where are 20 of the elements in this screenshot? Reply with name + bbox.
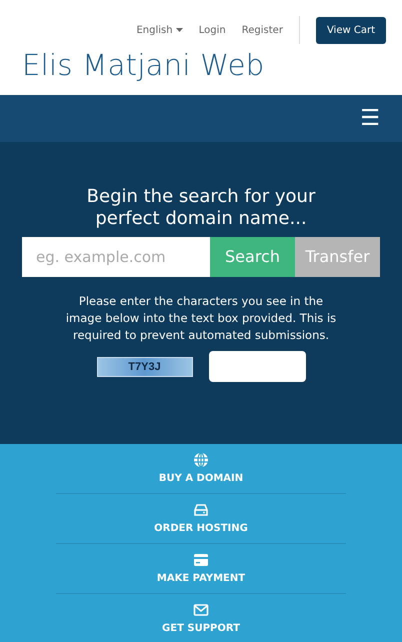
shortcut-link[interactable]: MAKE PAYMENT — [56, 544, 346, 594]
shortcut-link[interactable]: BUY A DOMAIN — [56, 444, 346, 494]
domain-search-field[interactable]: eg. example.com — [22, 237, 210, 278]
captcha-field[interactable] — [208, 351, 306, 382]
caret-icon — [176, 28, 183, 32]
credit-card-icon — [193, 552, 209, 568]
globe-icon — [193, 452, 209, 468]
captcha-image: T7Y3J — [96, 356, 192, 377]
view-cart-button[interactable]: View Cart — [316, 16, 386, 44]
captcha-instructions: Please enter the characters you see in the image below into the text box provided. This is required to prevent automated submissions. — [64, 293, 338, 344]
shortcut-link[interactable]: GET SUPPORT — [56, 594, 346, 642]
site-title[interactable]: Elis Matjani Web — [0, 44, 402, 80]
envelope-icon — [193, 602, 209, 618]
language-dropdown[interactable]: English — [136, 22, 183, 38]
hero-heading: Begin the search for your perfect domain name... — [86, 186, 316, 230]
shortcut-link[interactable]: ORDER HOSTING — [56, 494, 346, 544]
top-link[interactable]: Register — [242, 22, 283, 38]
menu-toggle-button[interactable]: ☰ — [354, 106, 386, 130]
server-icon — [193, 502, 209, 518]
top-link[interactable]: Login — [198, 22, 226, 38]
